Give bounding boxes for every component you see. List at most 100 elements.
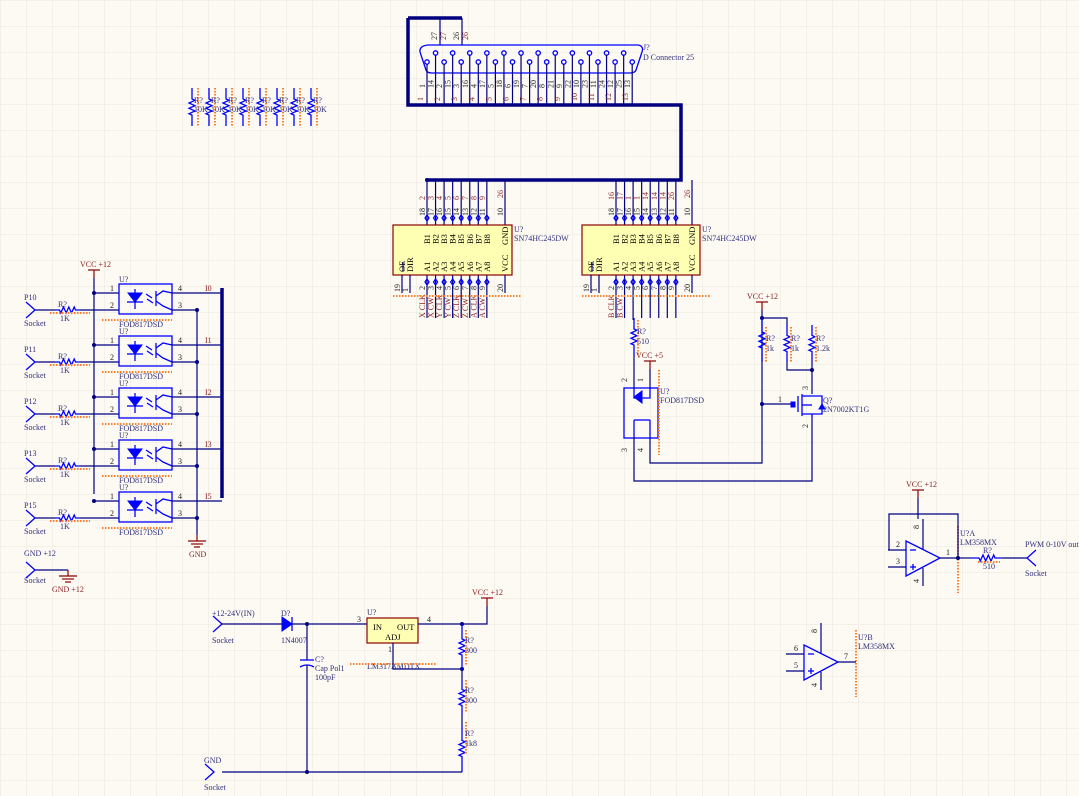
resistor-value: 10K bbox=[313, 105, 327, 114]
pin-number: 2 bbox=[896, 540, 900, 549]
mosfet-icon bbox=[790, 401, 796, 408]
ic-ref: U?A bbox=[960, 529, 975, 538]
pin-number: 4 bbox=[810, 683, 819, 687]
resistor-ref: R? bbox=[228, 96, 237, 105]
resistor-ref: R? bbox=[58, 456, 67, 465]
ic-ref: U? bbox=[514, 225, 524, 234]
power-port-label: VCC +12 bbox=[747, 292, 778, 301]
pin-number: 2 bbox=[110, 457, 114, 466]
power-port-label: VCC +12 bbox=[472, 588, 503, 597]
resistor-ref: R? bbox=[296, 96, 305, 105]
net-label: A CW bbox=[478, 297, 487, 318]
resistor-ref: R? bbox=[58, 352, 67, 361]
pin-number: 2 bbox=[620, 378, 629, 382]
pin-label: OUT bbox=[397, 622, 415, 632]
net-label: 4 bbox=[467, 97, 476, 101]
net-label: 26 bbox=[683, 190, 692, 198]
net-label: I5 bbox=[205, 492, 212, 501]
pin-number: 10 bbox=[496, 208, 505, 216]
pin-number: 8 bbox=[912, 525, 921, 529]
resistor-value: 1k8 bbox=[465, 739, 477, 748]
resistor-value: 510 bbox=[983, 562, 995, 571]
socket-type: Socket bbox=[24, 527, 47, 536]
pin-number: 4 bbox=[178, 440, 182, 449]
schematic-sheet[interactable]: R?10KR?10KR?10KR?10KR?10KR?10KR?10KR?10K… bbox=[0, 0, 1079, 796]
pin-number: 1 bbox=[401, 288, 410, 292]
pin-number: 8 bbox=[810, 629, 819, 633]
pin-number: 4 bbox=[178, 388, 182, 397]
power-port-label: VCC +12 bbox=[906, 480, 937, 489]
ic-ref: U? bbox=[702, 225, 712, 234]
pin-number: 4 bbox=[178, 284, 182, 293]
power-port-label: VCC +12 bbox=[80, 260, 111, 269]
pin-number: 3 bbox=[178, 509, 182, 518]
schematic-canvas[interactable]: R? 10K R? 10K R? 10K R? 10K R? 10K R? 10K R? 10K R? 10K… bbox=[0, 0, 1079, 796]
resistor-value: 10K bbox=[194, 105, 208, 114]
socket-type: Socket bbox=[204, 783, 227, 792]
socket-type: Socket bbox=[24, 423, 47, 432]
socket-label: P12 bbox=[24, 397, 36, 406]
pin-label: IN bbox=[373, 622, 382, 632]
net-label: 1 bbox=[416, 97, 425, 101]
junction-dot bbox=[810, 368, 814, 372]
pin-number: 1 bbox=[590, 288, 599, 292]
resistor-value: 10K bbox=[262, 105, 276, 114]
net-label: 27 bbox=[439, 32, 448, 40]
net-label: 26 bbox=[667, 192, 676, 200]
socket-label: P10 bbox=[24, 293, 36, 302]
resistor-value: 10K bbox=[228, 105, 242, 114]
resistor-ref: R? bbox=[313, 96, 322, 105]
socket-type: Socket bbox=[1025, 569, 1048, 578]
pin-number: 4 bbox=[912, 579, 921, 583]
resistor-value: 510 bbox=[637, 337, 649, 346]
pin-number: 11 bbox=[478, 208, 487, 216]
junction-dot bbox=[305, 770, 309, 774]
pin-number: 3 bbox=[178, 353, 182, 362]
pin-number: 3 bbox=[178, 457, 182, 466]
net-label: 9 bbox=[478, 196, 487, 200]
pin-number: 20 bbox=[683, 284, 692, 292]
resistor-ref: R? bbox=[194, 96, 203, 105]
junction-dot bbox=[425, 178, 429, 182]
pin-number: 26 bbox=[452, 32, 461, 40]
power-port-label: GND bbox=[189, 550, 207, 559]
power-port-label: GND +12 bbox=[52, 585, 84, 594]
resistor-value: 1.2k bbox=[816, 344, 830, 353]
net-label: 12 bbox=[604, 93, 613, 101]
ic-ref: U? bbox=[367, 608, 377, 617]
socket-type: Socket bbox=[24, 371, 47, 380]
socket-label: P15 bbox=[24, 501, 36, 510]
resistor-ref: R? bbox=[637, 327, 646, 336]
resistor-value: 1k bbox=[791, 344, 799, 353]
resistor-ref: R? bbox=[791, 334, 800, 343]
resistor-value: 1k bbox=[766, 344, 774, 353]
resistor-ref: R? bbox=[983, 546, 992, 555]
pin-number: 3 bbox=[801, 386, 810, 390]
resistor-value: 1K bbox=[60, 418, 70, 427]
net-label: 9 bbox=[553, 97, 562, 101]
pin-number: 4 bbox=[178, 336, 182, 345]
net-label: 10 bbox=[570, 93, 579, 101]
pin-number: 2 bbox=[110, 509, 114, 518]
pin-number: 5 bbox=[794, 661, 798, 670]
resistor-ref: R? bbox=[262, 96, 271, 105]
socket-label: +12-24V(IN) bbox=[212, 609, 255, 618]
pin-label: B8 bbox=[671, 234, 681, 244]
ic-ref: U? bbox=[660, 387, 670, 396]
pin-number: 9 bbox=[478, 286, 487, 290]
resistor-value: 300 bbox=[465, 696, 477, 705]
diode-part: 1N4007 bbox=[281, 636, 307, 645]
pin-label: DIR bbox=[594, 257, 604, 272]
resistor-ref: R? bbox=[465, 729, 474, 738]
ic-ref: U? bbox=[119, 431, 129, 440]
net-label: 6 bbox=[502, 97, 511, 101]
pin-number: 4 bbox=[636, 448, 645, 452]
pin-label: DIR bbox=[405, 257, 415, 272]
net-label: 26 bbox=[461, 32, 470, 40]
socket-label: P13 bbox=[24, 449, 36, 458]
resistor-ref: R? bbox=[766, 334, 775, 343]
net-label: 2 bbox=[433, 97, 442, 101]
ic-ref: U? bbox=[119, 275, 129, 284]
ic-ref: U?B bbox=[858, 633, 873, 642]
pin-number: 2 bbox=[110, 353, 114, 362]
